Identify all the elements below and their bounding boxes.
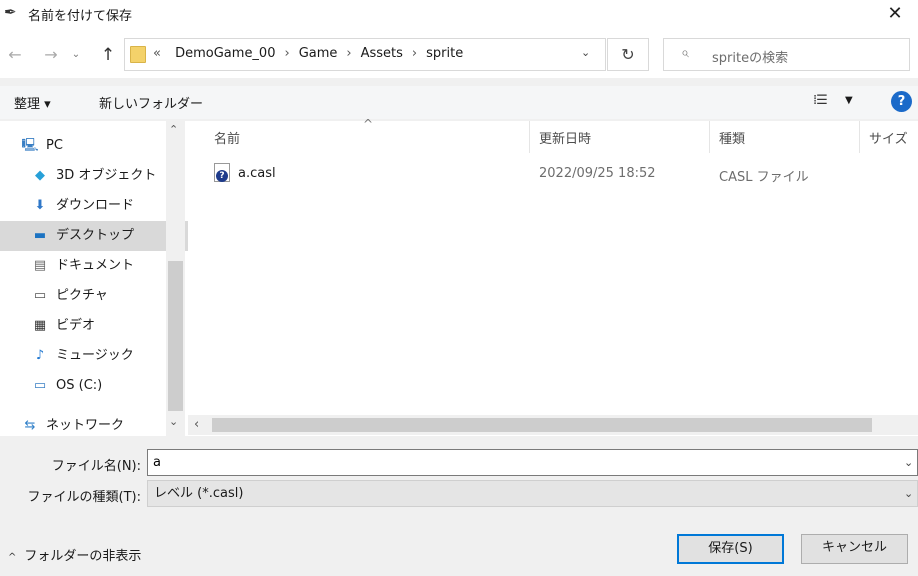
sidebar-item[interactable]: ⇆ ネットワーク bbox=[0, 411, 188, 441]
scrollbar-thumb[interactable] bbox=[168, 261, 183, 411]
column-divider[interactable] bbox=[529, 121, 530, 153]
hide-folders-label: フォルダーの非表示 bbox=[24, 549, 142, 564]
feather-icon: ✒ bbox=[4, 3, 17, 21]
filename-input[interactable] bbox=[147, 449, 918, 476]
filetype-select[interactable]: レベル (*.casl) bbox=[147, 480, 918, 507]
title-bar: ✒ 名前を付けて保存 ✕ bbox=[0, 0, 918, 30]
filetype-label: ファイルの種類(T): bbox=[27, 490, 141, 505]
window-title: 名前を付けて保存 bbox=[28, 9, 133, 24]
chevron-right-icon[interactable]: › bbox=[346, 46, 351, 61]
casl-file-icon: ? bbox=[214, 163, 230, 182]
hide-folders-toggle[interactable]: ^ フォルダーの非表示 bbox=[8, 545, 141, 564]
sidebar-item[interactable]: ◆ 3D オブジェクト bbox=[0, 161, 188, 191]
filename-label: ファイル名(N): bbox=[51, 459, 141, 474]
sidebar-item[interactable]: ▭ ピクチャ bbox=[0, 281, 188, 311]
breadcrumb-item[interactable]: sprite bbox=[426, 46, 463, 61]
sidebar-item-label: ビデオ bbox=[56, 318, 96, 333]
drive-icon: ▭ bbox=[33, 378, 47, 393]
search-icon: ⌕ bbox=[681, 45, 689, 61]
cancel-button[interactable]: キャンセル bbox=[801, 534, 908, 564]
navigation-bar: ← → ⌄ ↑ « DemoGame_00 › Game › Assets › sprite… bbox=[0, 30, 918, 78]
column-header-modified[interactable]: 更新日時 bbox=[539, 128, 591, 147]
video-icon: ▦ bbox=[33, 318, 47, 333]
sidebar-item[interactable]: ⬇ ダウンロード bbox=[0, 191, 188, 221]
network-icon: ⇆ bbox=[24, 418, 36, 433]
sidebar-item[interactable]: 🖳 PC bbox=[0, 131, 188, 161]
sidebar-item[interactable]: ♪ ミュージック bbox=[0, 341, 188, 371]
computer-icon: 🖳 bbox=[21, 138, 39, 153]
recent-locations-button[interactable]: ⌄ bbox=[70, 44, 82, 66]
save-button[interactable]: 保存(S) bbox=[677, 534, 784, 564]
close-button[interactable]: ✕ bbox=[872, 0, 918, 30]
sidebar-item[interactable]: ▬ デスクトップ bbox=[0, 221, 188, 251]
navigation-scrollbar[interactable]: ⌃ ⌄ bbox=[166, 121, 185, 436]
refresh-button[interactable]: ↻ bbox=[607, 38, 649, 71]
horizontal-scrollbar[interactable]: ‹ bbox=[188, 415, 918, 435]
sidebar-item-label: ドキュメント bbox=[56, 258, 135, 273]
command-bar: 整理 ▾ 新しいフォルダー ⁞☰ ▼ ? bbox=[0, 86, 918, 119]
file-name[interactable]: a.casl bbox=[238, 166, 276, 181]
sidebar-item-label: デスクトップ bbox=[56, 228, 135, 243]
column-divider[interactable] bbox=[709, 121, 710, 153]
sidebar-item-label: 3D オブジェクト bbox=[56, 168, 157, 183]
sidebar-item-label: PC bbox=[46, 138, 63, 153]
chevron-down-icon[interactable]: ⌄ bbox=[904, 456, 913, 469]
address-bar[interactable]: « DemoGame_00 › Game › Assets › sprite ⌄ bbox=[124, 38, 606, 71]
sort-ascending-icon: ^ bbox=[363, 117, 374, 131]
chevron-up-icon: ^ bbox=[8, 552, 17, 563]
breadcrumb-item[interactable]: DemoGame_00 bbox=[175, 46, 275, 61]
music-icon: ♪ bbox=[35, 348, 45, 363]
file-list: ^ 名前 更新日時 種類 サイズ ? a.casl 2022/09/25 18:… bbox=[188, 117, 918, 436]
search-placeholder: spriteの検索 bbox=[712, 51, 789, 66]
column-divider[interactable] bbox=[859, 121, 860, 153]
search-input[interactable]: ⌕ spriteの検索 bbox=[663, 38, 910, 71]
picture-icon: ▭ bbox=[33, 288, 47, 303]
chevron-right-icon[interactable]: › bbox=[412, 46, 417, 61]
breadcrumb-item[interactable]: Game bbox=[299, 46, 338, 61]
navigation-pane: 🖳 PC ◆ 3D オブジェクト ⬇ ダウンロード ▬ デスクトップ ▤ ドキュメント ▭ ピクチャ ▦… bbox=[0, 121, 188, 436]
forward-button[interactable]: → bbox=[38, 44, 64, 66]
new-folder-button[interactable]: 新しいフォルダー bbox=[99, 93, 203, 112]
column-header-type[interactable]: 種類 bbox=[719, 128, 745, 147]
view-options-icon[interactable]: ⁞☰ bbox=[813, 93, 828, 108]
column-header-size[interactable]: サイズ bbox=[869, 128, 908, 147]
chevron-right-icon[interactable]: › bbox=[284, 46, 289, 61]
sidebar-item-label: OS (C:) bbox=[56, 378, 103, 393]
download-icon: ⬇ bbox=[34, 198, 46, 213]
sidebar-item[interactable]: ▭ OS (C:) bbox=[0, 371, 188, 401]
sidebar-item-label: ミュージック bbox=[56, 348, 134, 363]
sidebar-item-label: ダウンロード bbox=[56, 198, 135, 213]
chevron-down-icon[interactable]: ⌄ bbox=[581, 46, 590, 59]
3d-objects-icon: ◆ bbox=[35, 168, 45, 183]
sidebar-item-label: ネットワーク bbox=[46, 418, 125, 433]
folder-icon bbox=[130, 46, 146, 63]
chevron-left-icon[interactable]: ‹ bbox=[194, 417, 199, 432]
breadcrumb-overflow[interactable]: « bbox=[153, 46, 161, 61]
chevron-down-icon[interactable]: ▼ bbox=[845, 95, 853, 106]
navigation-list: 🖳 PC ◆ 3D オブジェクト ⬇ ダウンロード ▬ デスクトップ ▤ ドキュメント ▭ ピクチャ ▦… bbox=[0, 121, 188, 441]
sidebar-item[interactable]: ▤ ドキュメント bbox=[0, 251, 188, 281]
breadcrumb-item[interactable]: Assets bbox=[361, 46, 403, 61]
file-modified: 2022/09/25 18:52 bbox=[539, 166, 656, 181]
chevron-up-icon[interactable]: ⌃ bbox=[169, 123, 178, 136]
up-button[interactable]: ↑ bbox=[95, 44, 121, 66]
question-icon: ? bbox=[216, 170, 228, 182]
sidebar-item-label: ピクチャ bbox=[56, 288, 108, 303]
help-icon[interactable]: ? bbox=[891, 91, 912, 112]
chevron-down-icon[interactable]: ⌄ bbox=[904, 487, 913, 500]
organize-button[interactable]: 整理 ▾ bbox=[14, 93, 51, 112]
desktop-icon: ▬ bbox=[33, 228, 47, 243]
breadcrumb: « DemoGame_00 › Game › Assets › sprite bbox=[153, 46, 463, 61]
column-header-name[interactable]: 名前 bbox=[214, 128, 240, 147]
file-type: CASL ファイル bbox=[719, 170, 809, 185]
back-button[interactable]: ← bbox=[2, 44, 28, 66]
chevron-down-icon[interactable]: ⌄ bbox=[169, 415, 178, 428]
sidebar-item[interactable]: ▦ ビデオ bbox=[0, 311, 188, 341]
scrollbar-thumb[interactable] bbox=[212, 418, 872, 432]
document-icon: ▤ bbox=[33, 258, 47, 273]
